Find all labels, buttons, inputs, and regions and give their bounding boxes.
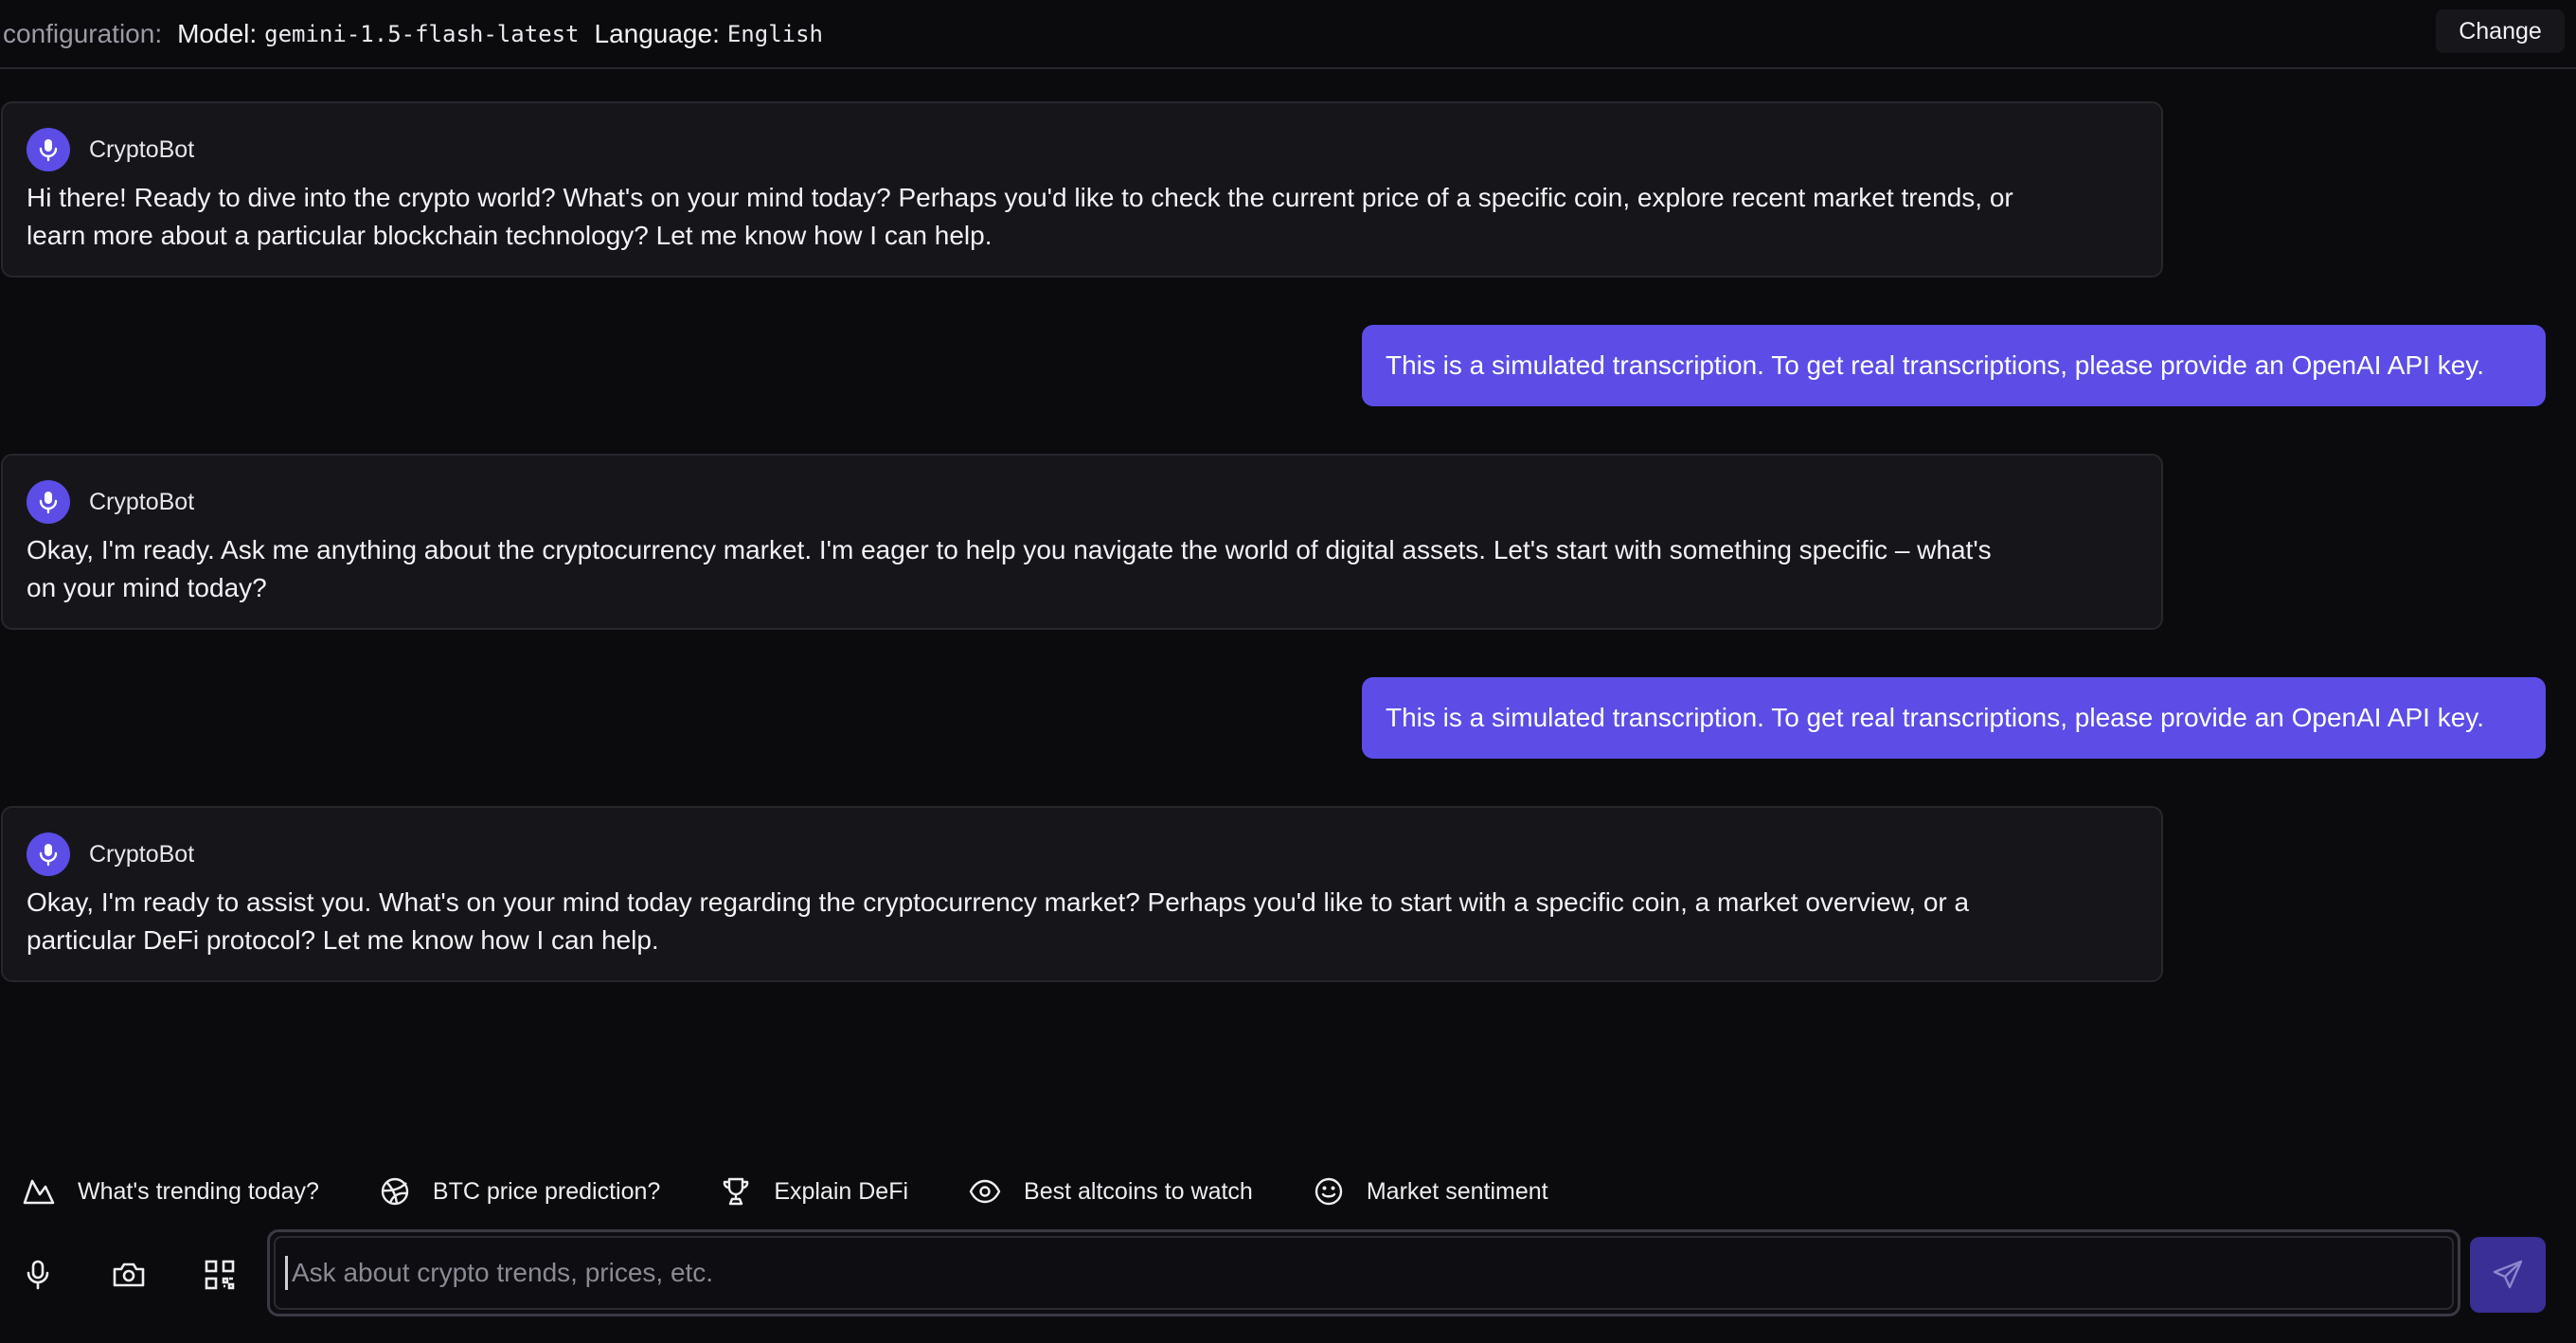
microphone-button[interactable] [19, 1256, 57, 1294]
chat-input[interactable] [285, 1256, 2452, 1290]
suggestion-explain-defi[interactable]: Explain DeFi [721, 1176, 908, 1207]
change-config-button[interactable]: Change [2436, 9, 2565, 53]
message-line: Okay, I'm ready. Ask me anything about t… [27, 535, 1992, 564]
camera-button[interactable] [110, 1256, 148, 1294]
suggestion-label: Best altcoins to watch [1024, 1177, 1253, 1205]
suggestion-label: Explain DeFi [774, 1177, 909, 1205]
suggestion-altcoins[interactable]: Best altcoins to watch [969, 1178, 1253, 1206]
composer-bar [0, 1229, 2576, 1320]
dribbble-icon [381, 1177, 409, 1206]
message-line: on your mind today? [27, 573, 267, 602]
send-button[interactable] [2470, 1237, 2546, 1313]
bot-name: CryptoBot [89, 488, 195, 515]
message-line: learn more about a particular blockchain… [27, 221, 993, 250]
microphone-icon [27, 1260, 49, 1290]
suggestion-label: What's trending today? [78, 1177, 319, 1205]
bot-message-text: Hi there! Ready to dive into the crypto … [27, 179, 2138, 255]
send-icon [2493, 1260, 2523, 1289]
bot-message-text: Okay, I'm ready. Ask me anything about t… [27, 531, 2138, 607]
suggestion-chips: What's trending today? BTC price predict… [23, 1171, 1609, 1212]
suggestion-btc-prediction[interactable]: BTC price prediction? [380, 1176, 660, 1207]
suggestion-sentiment[interactable]: Market sentiment [1314, 1176, 1548, 1207]
trophy-icon [724, 1177, 749, 1206]
bot-message: CryptoBot Okay, I'm ready. Ask me anythi… [1, 454, 2163, 630]
qr-code-button[interactable] [201, 1256, 239, 1294]
config-label: configuration: [3, 18, 163, 48]
suggestion-label: Market sentiment [1366, 1177, 1548, 1205]
suggestion-trending[interactable]: What's trending today? [23, 1177, 319, 1206]
message-line: Hi there! Ready to dive into the crypto … [27, 183, 2013, 212]
model-label: Model: [177, 18, 258, 48]
user-message: This is a simulated transcription. To ge… [1362, 677, 2546, 759]
model-value: gemini-1.5-flash-latest [264, 20, 580, 47]
message-line: particular DeFi protocol? Let me know ho… [27, 925, 659, 955]
bot-message: CryptoBot Hi there! Ready to dive into t… [1, 101, 2163, 278]
bot-header: CryptoBot [27, 128, 194, 171]
bot-message-text: Okay, I'm ready to assist you. What's on… [27, 884, 2138, 959]
bot-name: CryptoBot [89, 135, 195, 163]
user-message: This is a simulated transcription. To ge… [1362, 325, 2546, 406]
config-bar: configuration: Model: gemini-1.5-flash-l… [0, 0, 2576, 69]
bot-message: CryptoBot Okay, I'm ready to assist you.… [1, 806, 2163, 982]
smile-icon [1315, 1177, 1343, 1206]
mountain-icon [23, 1179, 55, 1205]
bot-avatar-microphone-icon [27, 833, 70, 876]
language-label: Language: [594, 18, 720, 48]
bot-header: CryptoBot [27, 833, 194, 876]
message-line: Okay, I'm ready to assist you. What's on… [27, 887, 1970, 917]
bot-header: CryptoBot [27, 480, 194, 524]
language-value: English [726, 20, 824, 47]
bot-avatar-microphone-icon [27, 128, 70, 171]
bot-name: CryptoBot [89, 840, 195, 868]
camera-icon [113, 1262, 145, 1287]
chat-input-inner [274, 1236, 2454, 1310]
eye-icon [969, 1179, 1001, 1204]
suggestion-label: BTC price prediction? [432, 1177, 661, 1205]
chat-input-wrapper [267, 1229, 2460, 1316]
bot-avatar-microphone-icon [27, 480, 70, 524]
qr-code-icon [205, 1260, 235, 1290]
